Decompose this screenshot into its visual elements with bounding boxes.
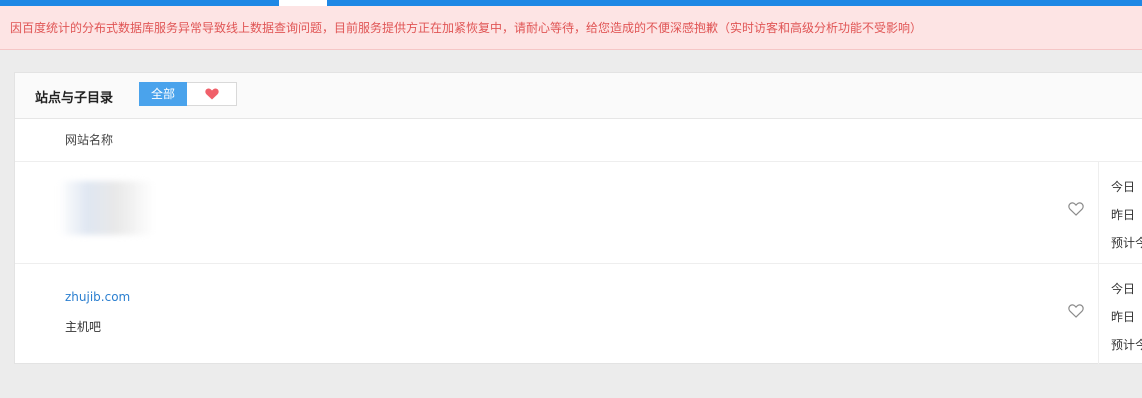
heart-outline-icon[interactable] xyxy=(1068,303,1084,319)
sites-panel: 站点与子目录 全部 网站名称 今日 昨日 预计今 zhujib.com 主机吧 xyxy=(14,72,1142,364)
redacted-site-info xyxy=(59,181,154,235)
site-name: 主机吧 xyxy=(65,320,102,334)
filter-all-button[interactable]: 全部 xyxy=(139,82,187,106)
panel-title: 站点与子目录 xyxy=(35,91,114,106)
stat-today-label: 今日 xyxy=(1111,282,1136,296)
stat-today-label: 今日 xyxy=(1111,180,1136,194)
stat-yesterday-label: 昨日 xyxy=(1111,310,1136,324)
stat-yesterday-label: 昨日 xyxy=(1111,208,1136,222)
table-row: 今日 昨日 预计今 xyxy=(15,161,1142,264)
filter-favorites-button[interactable] xyxy=(187,82,237,106)
stats-labels: 今日 昨日 预计今 xyxy=(1111,173,1142,257)
table-row: zhujib.com 主机吧 今日 昨日 预计今 xyxy=(15,263,1142,364)
stat-forecast-label: 预计今 xyxy=(1111,236,1142,250)
heart-outline-icon[interactable] xyxy=(1068,201,1084,217)
heart-icon xyxy=(204,88,219,100)
alert-text: 因百度统计的分布式数据库服务异常导致线上数据查询问题，目前服务提供方正在加紧恢复… xyxy=(10,21,923,35)
site-filter: 全部 xyxy=(139,82,237,106)
site-url-link[interactable]: zhujib.com xyxy=(65,290,130,304)
service-alert-banner: 因百度统计的分布式数据库服务异常导致线上数据查询问题，目前服务提供方正在加紧恢复… xyxy=(0,6,1142,50)
column-header: 网站名称 xyxy=(15,118,1142,162)
column-divider xyxy=(1098,263,1099,364)
column-divider xyxy=(1098,161,1099,263)
column-site-name: 网站名称 xyxy=(65,133,114,147)
panel-header: 站点与子目录 全部 xyxy=(15,73,1142,119)
stat-forecast-label: 预计今 xyxy=(1111,338,1142,352)
stats-labels: 今日 昨日 预计今 xyxy=(1111,275,1142,359)
